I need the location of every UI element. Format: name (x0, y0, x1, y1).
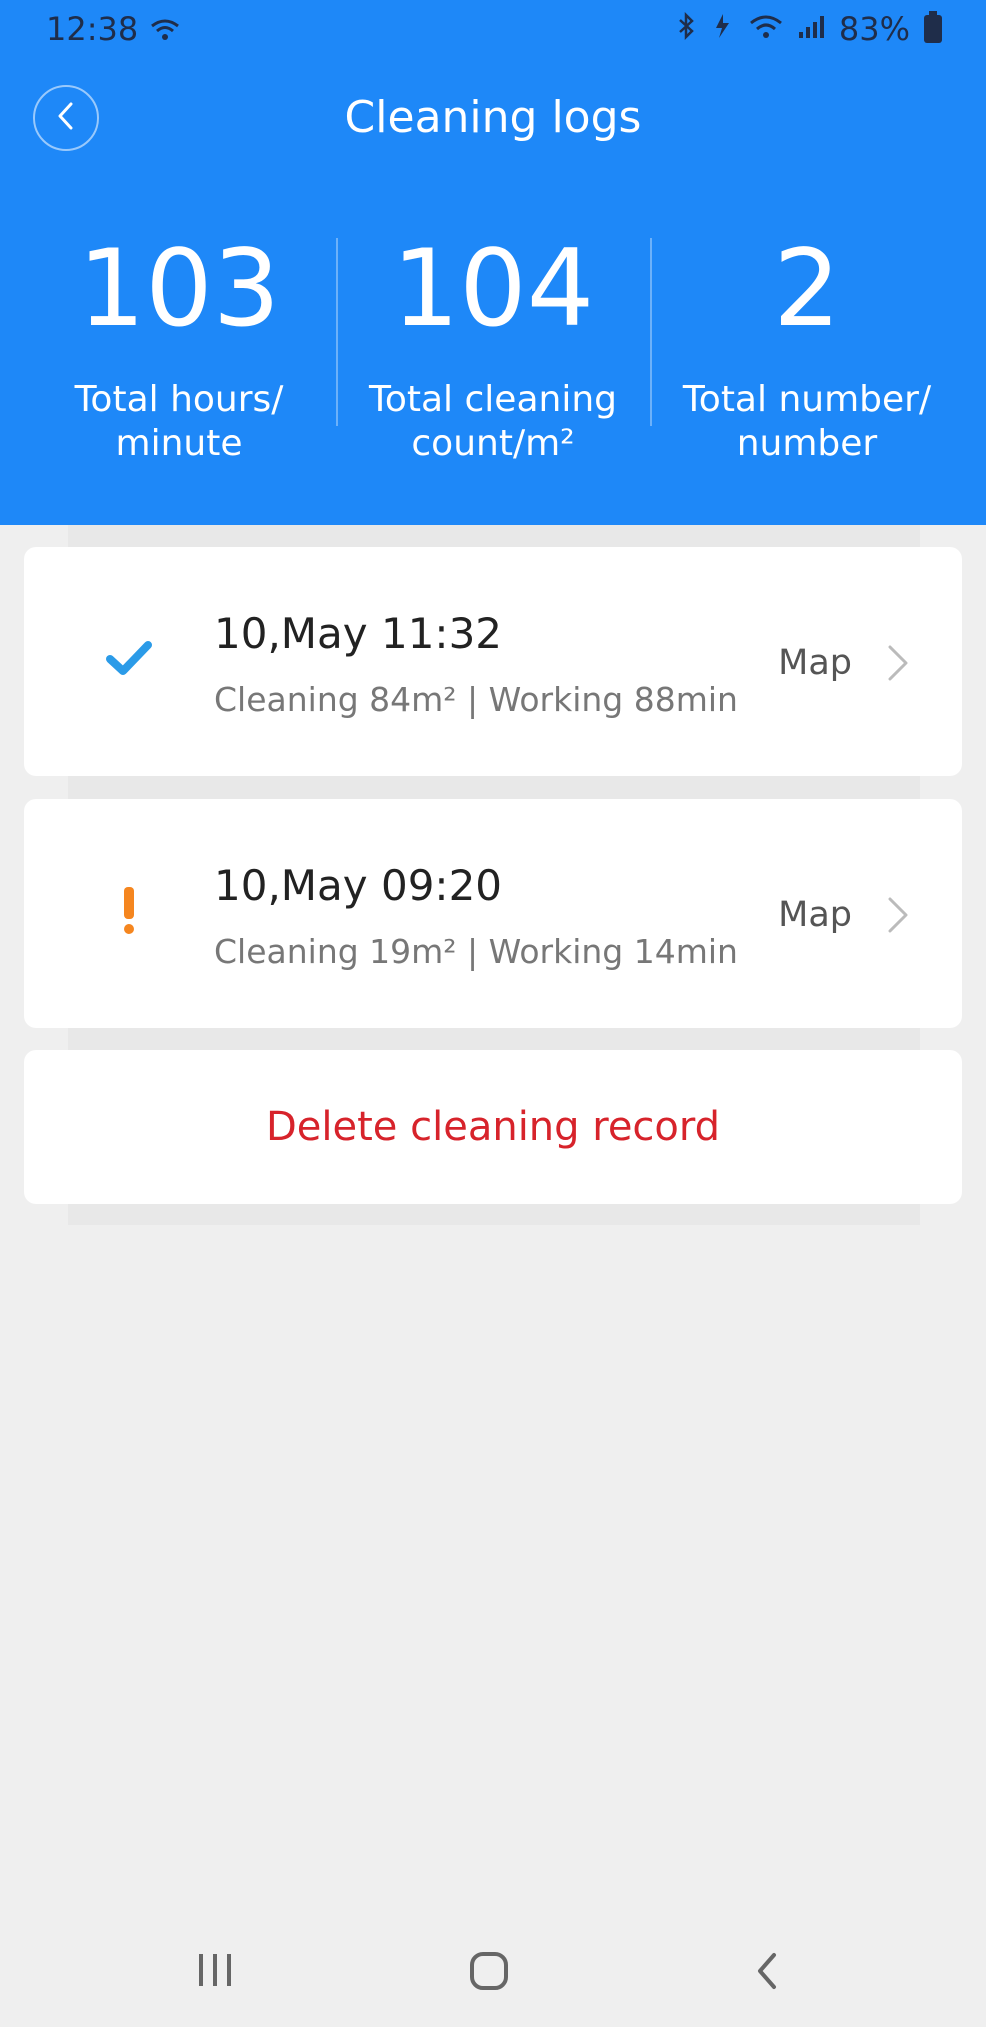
stat-value: 104 (391, 227, 595, 350)
record-date: 10,May 09:20 (214, 861, 503, 910)
nav-bar: Cleaning logs (0, 80, 986, 160)
delete-record-button[interactable]: Delete cleaning record (24, 1050, 962, 1204)
stat-label-line: number (736, 423, 878, 464)
battery-icon (924, 11, 942, 43)
battery-percent: 83% (838, 10, 910, 48)
record-detail: Cleaning 19m² | Working 14min (214, 932, 738, 971)
delete-record-label: Delete cleaning record (265, 1104, 721, 1150)
stat-total-number: 2 Total number/ number (652, 230, 962, 466)
map-link[interactable]: Map (778, 643, 852, 683)
stat-total-cleaning-count: 104 Total cleaning count/m² (338, 230, 648, 466)
wifi-icon (749, 10, 783, 48)
recent-apps-icon[interactable] (195, 1950, 235, 1994)
system-nav-bar (0, 1920, 986, 2027)
stat-label: Total hours/ minute (24, 378, 334, 466)
record-date: 10,May 11:32 (214, 609, 503, 658)
charging-icon (711, 10, 735, 48)
header: 12:38 83% Cleaning logs 103 Total hours/… (0, 0, 986, 525)
exclamation-icon (104, 885, 154, 935)
cleaning-record-item[interactable]: 10,May 09:20 Cleaning 19m² | Working 14m… (24, 799, 962, 1028)
stat-label-line: Total cleaning (368, 379, 617, 420)
stats-panel: 103 Total hours/ minute 104 Total cleani… (0, 230, 986, 465)
stat-total-hours: 103 Total hours/ minute (24, 230, 334, 466)
stat-label-line: count/m² (411, 423, 575, 464)
record-detail: Cleaning 84m² | Working 88min (214, 680, 738, 719)
wifi-icon (150, 12, 180, 50)
status-bar: 12:38 83% (0, 0, 986, 60)
home-icon[interactable] (468, 1950, 510, 1996)
signal-icon (797, 10, 825, 48)
page-title: Cleaning logs (344, 92, 642, 143)
stat-value: 103 (77, 227, 281, 350)
stat-label-line: Total number/ (682, 379, 932, 420)
status-time: 12:38 (46, 10, 139, 48)
stat-label-line: minute (115, 423, 243, 464)
stat-label-line: Total hours/ (74, 379, 284, 420)
bluetooth-icon (677, 10, 697, 48)
stat-label: Total cleaning count/m² (338, 378, 648, 466)
map-link[interactable]: Map (778, 895, 852, 935)
back-icon[interactable] (752, 1950, 782, 1996)
stat-value: 2 (773, 227, 841, 350)
chevron-right-icon (886, 895, 910, 935)
chevron-right-icon (886, 643, 910, 683)
checkmark-icon (104, 633, 154, 683)
stat-label: Total number/ number (652, 378, 962, 466)
cleaning-record-item[interactable]: 10,May 11:32 Cleaning 84m² | Working 88m… (24, 547, 962, 776)
